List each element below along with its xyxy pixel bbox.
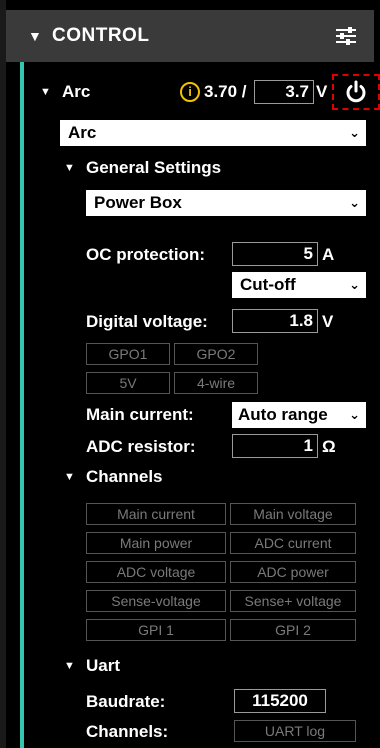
adc-resistor-label: ADC resistor: <box>86 437 196 456</box>
adc-resistor-unit: Ω <box>322 437 336 456</box>
channel-sense-minus-voltage[interactable]: Sense-voltage <box>86 590 226 612</box>
arc-expand-triangle-icon[interactable]: ▼ <box>40 86 51 98</box>
digital-voltage-label: Digital voltage: <box>86 312 208 331</box>
oc-mode-select[interactable]: Cut-off ⌄ <box>232 272 366 298</box>
power-box-select[interactable]: Power Box ⌄ <box>86 190 366 216</box>
channels-title: Channels <box>86 467 163 486</box>
digital-voltage-input[interactable]: 1.8 <box>232 309 318 333</box>
channel-sense-plus-voltage[interactable]: Sense+ voltage <box>230 590 356 612</box>
control-panel: ▼ CONTROL ▼ Arc i 3.70 / 3.7 V Arc ⌄ ▼ G… <box>6 0 380 748</box>
chevron-down-icon: ⌄ <box>349 407 360 422</box>
control-header[interactable]: ▼ CONTROL <box>6 10 374 62</box>
general-expand-triangle-icon[interactable]: ▼ <box>64 162 75 174</box>
chevron-down-icon: ⌄ <box>349 195 360 210</box>
sliders-icon[interactable] <box>334 26 358 46</box>
oc-protection-input[interactable]: 5 <box>232 242 318 266</box>
general-settings-title: General Settings <box>86 158 222 177</box>
channel-gpi2[interactable]: GPI 2 <box>230 619 356 641</box>
channel-main-voltage[interactable]: Main voltage <box>230 503 356 525</box>
baudrate-input[interactable]: 115200 <box>234 689 326 713</box>
control-title: CONTROL <box>52 25 150 46</box>
uart-expand-triangle-icon[interactable]: ▼ <box>64 660 75 672</box>
uart-log-toggle[interactable]: UART log <box>234 720 356 742</box>
channels-uart-label: Channels: <box>86 722 169 741</box>
arc-label: Arc <box>62 82 91 101</box>
arc-unit: V <box>316 82 328 101</box>
adc-resistor-input[interactable]: 1 <box>232 434 318 458</box>
power-box-select-value: Power Box <box>94 193 182 212</box>
main-current-value: Auto range <box>238 405 328 424</box>
uart-title: Uart <box>86 656 121 675</box>
digital-voltage-unit: V <box>322 312 334 331</box>
collapse-triangle-icon[interactable]: ▼ <box>28 28 42 44</box>
oc-protection-label: OC protection: <box>86 245 205 264</box>
main-current-label: Main current: <box>86 405 194 424</box>
chevron-down-icon: ⌄ <box>349 277 360 292</box>
baudrate-label: Baudrate: <box>86 692 166 711</box>
power-button[interactable] <box>332 74 380 110</box>
oc-unit: A <box>322 245 335 264</box>
power-icon <box>346 80 366 103</box>
channel-adc-voltage[interactable]: ADC voltage <box>86 561 226 583</box>
oc-mode-value: Cut-off <box>240 275 296 294</box>
accent-rail <box>20 62 24 748</box>
main-current-select[interactable]: Auto range ⌄ <box>232 402 366 428</box>
channel-adc-current[interactable]: ADC current <box>230 532 356 554</box>
channel-gpi1[interactable]: GPI 1 <box>86 619 226 641</box>
channel-adc-power[interactable]: ADC power <box>230 561 356 583</box>
channel-main-current[interactable]: Main current <box>86 503 226 525</box>
5v-toggle[interactable]: 5V <box>86 372 170 394</box>
gpo2-toggle[interactable]: GPO2 <box>174 343 258 365</box>
arc-reading: 3.70 / <box>204 82 247 101</box>
gpo1-toggle[interactable]: GPO1 <box>86 343 170 365</box>
device-select[interactable]: Arc ⌄ <box>60 120 366 146</box>
device-select-value: Arc <box>68 123 97 142</box>
chevron-down-icon: ⌄ <box>349 125 360 140</box>
info-icon[interactable]: i <box>180 82 200 102</box>
4-wire-toggle[interactable]: 4-wire <box>174 372 258 394</box>
channels-expand-triangle-icon[interactable]: ▼ <box>64 471 75 483</box>
channel-main-power[interactable]: Main power <box>86 532 226 554</box>
arc-setpoint-input[interactable]: 3.7 <box>254 80 314 104</box>
